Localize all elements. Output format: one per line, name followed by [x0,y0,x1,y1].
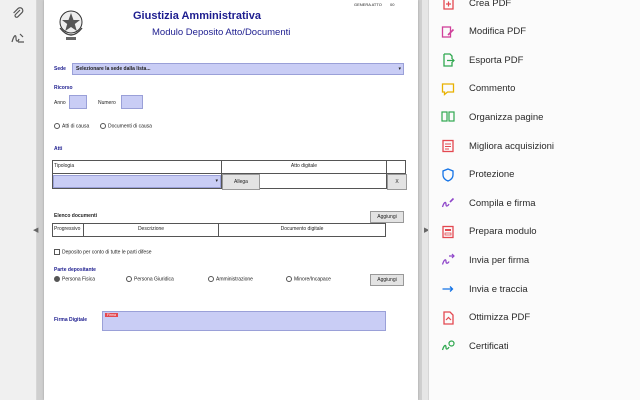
atti-label: Atti [54,146,63,152]
persona-fisica-text: Persona Fisica [62,276,96,283]
tool-optimize-pdf[interactable]: Ottimizza PDF [441,308,530,328]
tool-label: Certificati [469,340,509,352]
allega-button[interactable]: Allega [222,174,260,190]
radio-persona-fisica[interactable] [54,276,60,282]
chevron-down-icon: ▾ [398,66,401,72]
prepare-form-icon [441,225,455,239]
certificates-icon [441,339,455,353]
protect-icon [441,167,455,182]
counter-label: 00 [390,2,395,7]
deposito-checkbox-text: Deposito per conto di tutte le parti dif… [62,249,152,256]
persona-giuridica-option[interactable]: Persona Giuridica [126,276,174,282]
collapse-left-arrow-icon[interactable]: ◀ [33,226,38,234]
tipologia-header: Tipologia [52,160,222,174]
documenti-causa-text: Documenti di causa [108,123,152,130]
deposito-checkbox-row[interactable]: Deposito per conto di tutte le parti dif… [54,249,152,255]
parte-depositante-label: Parte depositante [54,267,96,273]
left-tool-rail [0,0,37,400]
amministrazione-text: Amministrazione [216,276,253,283]
tool-create-pdf[interactable]: Crea PDF [441,0,511,13]
tool-prepare-form[interactable]: Prepara modulo [441,222,537,242]
tool-certificates[interactable]: Certificati [441,336,509,356]
col-progressivo-header: Progressivo [52,223,84,237]
tool-label: Commento [469,83,516,95]
aggiungi-documento-button[interactable]: Aggiungi [370,211,404,223]
sede-select[interactable]: Selezionare la sede dalla lista... ▾ [72,63,404,75]
tool-label: Organizza pagine [469,111,544,123]
remove-atto-button[interactable]: X [387,174,407,190]
tipologia-select[interactable]: ▾ [53,175,221,188]
enhance-scans-icon [441,139,455,153]
tool-send-track[interactable]: Invia e traccia [441,279,528,299]
export-pdf-icon [441,53,455,67]
radio-atti-causa[interactable] [54,123,60,129]
tool-label: Prepara modulo [469,226,537,238]
fill-sign-icon [441,196,455,210]
sede-select-value: Selezionare la sede dalla lista... [76,66,151,72]
page-title: Giustizia Amministrativa [133,10,261,22]
firma-digitale-label: Firma Digitale [54,317,88,323]
comment-icon [441,82,455,96]
radio-minore[interactable] [286,276,292,282]
numero-field[interactable] [121,95,143,109]
elenco-documenti-label: Elenco documenti [54,213,98,219]
ricorso-label: Ricorso [54,85,73,91]
signature-icon[interactable] [8,28,28,48]
page-subtitle: Modulo Deposito Atto/Documenti [152,27,291,38]
chevron-down-icon: ▾ [215,178,218,184]
tool-label: Modifica PDF [469,26,527,38]
tool-edit-pdf[interactable]: Modifica PDF [441,22,526,42]
deposito-checkbox[interactable] [54,249,60,255]
tool-label: Compila e firma [469,197,536,209]
radio-amministrazione[interactable] [208,276,214,282]
optimize-pdf-icon [441,310,455,325]
minore-text: Minore/Incapace [294,276,331,283]
tool-label: Invia e traccia [469,283,528,295]
anno-label: Anno [54,100,66,106]
tool-send-sign[interactable]: Invia per firma [441,250,529,270]
atti-causa-option[interactable]: Atti di causa [54,123,89,129]
tool-export-pdf[interactable]: Esporta PDF [441,50,523,70]
generate-act-label: GENERA ATTO [354,2,382,7]
organize-pages-icon [441,110,455,124]
tool-enhance-scans[interactable]: Migliora acquisizioni [441,136,554,156]
edit-pdf-icon [441,25,455,39]
tool-fill-sign[interactable]: Compila e firma [441,193,536,213]
tool-protect[interactable]: Protezione [441,165,514,185]
tool-organize-pages[interactable]: Organizza pagine [441,107,543,127]
firma-digitale-field[interactable]: Firma [102,311,386,331]
tool-label: Migliora acquisizioni [469,140,555,152]
emblem-icon [56,6,86,44]
col-documento-header: Documento digitale [218,223,386,237]
tool-label: Invia per firma [469,254,530,266]
amministrazione-option[interactable]: Amministrazione [208,276,253,282]
aggiungi-parte-button[interactable]: Aggiungi [370,274,404,286]
firma-tag: Firma [105,313,118,317]
tools-panel: Crea PDF Modifica PDF Esporta PDF Commento O… [428,0,640,400]
documenti-causa-option[interactable]: Documenti di causa [100,123,152,129]
pdf-page: Giustizia Amministrativa Modulo Deposito… [44,0,418,400]
anno-field[interactable] [69,95,87,109]
sede-label: Sede [54,66,66,72]
tool-label: Ottimizza PDF [469,312,531,324]
tool-label: Esporta PDF [469,54,524,66]
send-track-icon [441,282,455,296]
atto-digitale-header: Atto digitale [221,160,387,174]
radio-documenti-causa[interactable] [100,123,106,129]
col-descrizione-header: Descrizione [83,223,219,237]
create-pdf-icon [441,0,455,10]
empty-header-cell [386,160,406,174]
atti-causa-text: Atti di causa [62,123,90,130]
persona-giuridica-text: Persona Giuridica [134,276,174,283]
minore-option[interactable]: Minore/Incapace [286,276,331,282]
tool-label: Crea PDF [469,0,512,9]
radio-persona-giuridica[interactable] [126,276,132,282]
tool-label: Protezione [469,169,515,181]
numero-label: Numero [98,100,116,106]
attachment-icon[interactable] [8,4,28,24]
tool-comment[interactable]: Commento [441,79,515,99]
send-sign-icon [441,253,455,267]
persona-fisica-option[interactable]: Persona Fisica [54,276,95,282]
